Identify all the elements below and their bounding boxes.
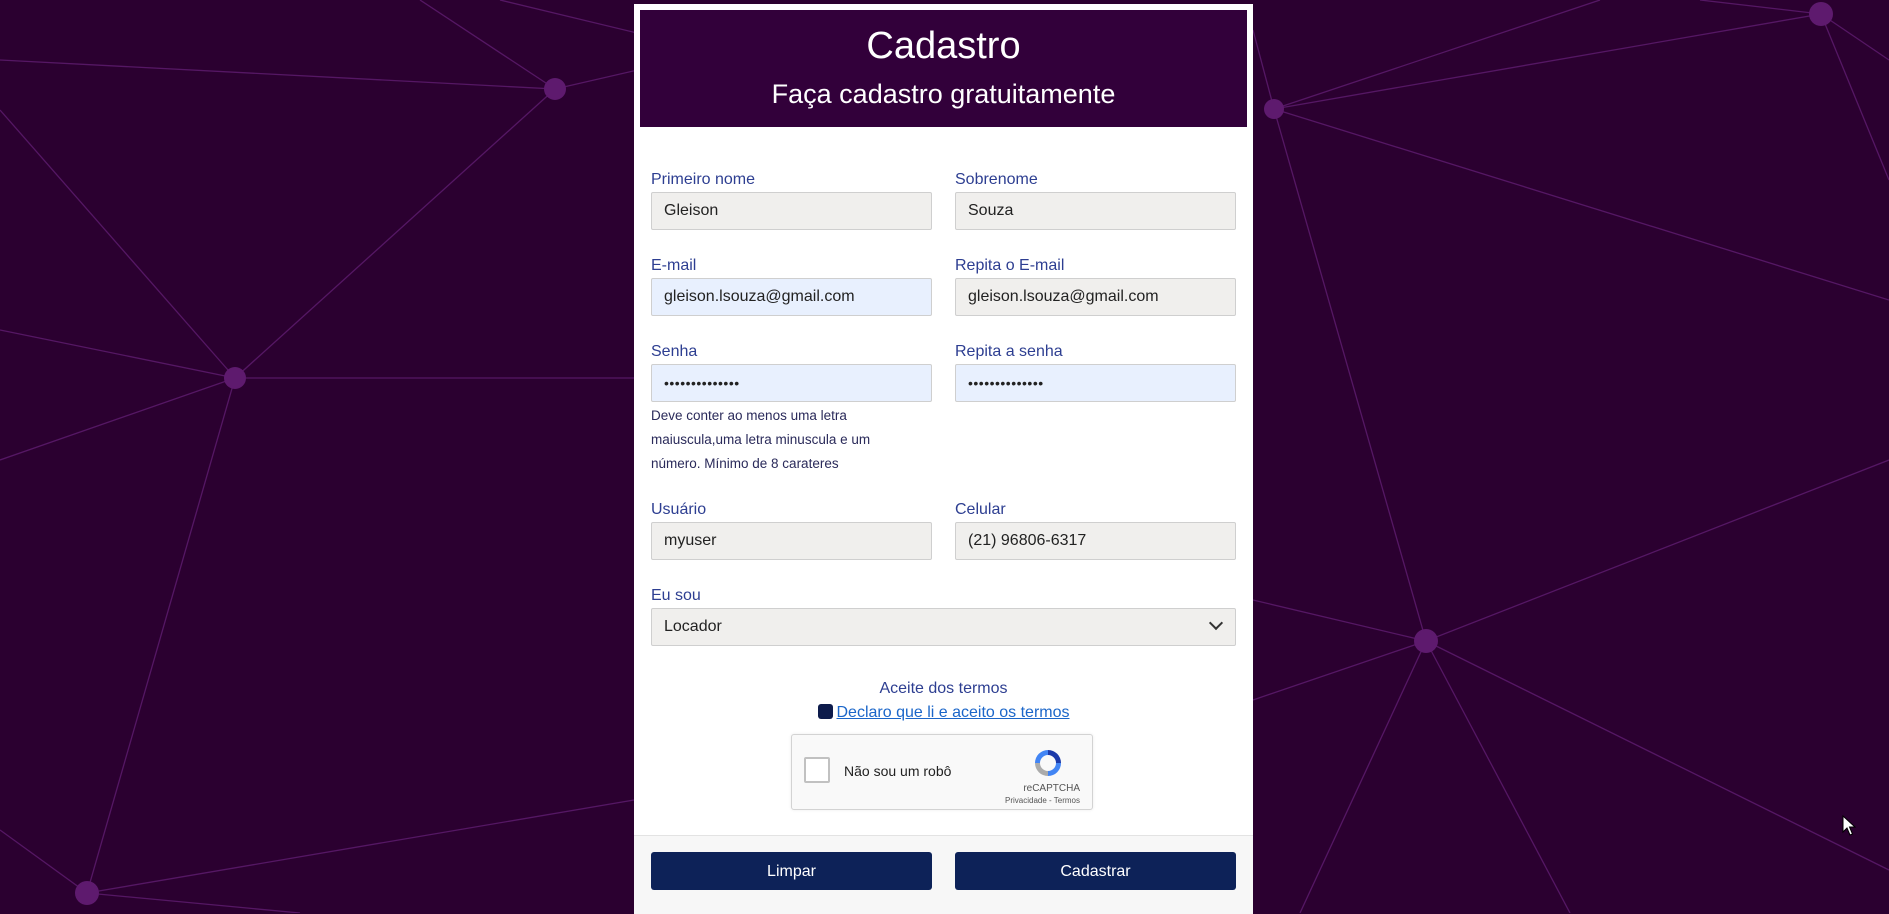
first-name-label: Primeiro nome [651, 171, 756, 188]
terms-checkbox[interactable] [817, 704, 833, 719]
password-repeat-group: Repita a senha •••••••••••••• [955, 343, 1236, 402]
first-name-group: Primeiro nome Gleison [651, 171, 932, 230]
phone-group: Celular (21) 96806-6317 [955, 501, 1236, 560]
recaptcha-widget: Não sou um robô reCAPTCHA Privacidade - … [791, 734, 1093, 810]
last-name-group: Sobrenome Souza [955, 171, 1236, 230]
password-repeat-label: Repita a senha [955, 343, 1063, 360]
username-input[interactable]: myuser [651, 522, 932, 560]
terms-row: Declaro que li e aceito os termos [634, 704, 1253, 722]
username-group: Usuário myuser [651, 501, 932, 560]
card-footer: Limpar Cadastrar [634, 835, 1253, 914]
phone-input[interactable]: (21) 96806-6317 [955, 522, 1236, 560]
last-name-label: Sobrenome [955, 171, 1038, 188]
page-subtitle: Faça cadastro gratuitamente [771, 79, 1116, 109]
mouse-cursor-icon [1842, 815, 1856, 836]
terms-title: Aceite dos termos [879, 680, 1008, 697]
email-group: E-mail gleison.lsouza@gmail.com [651, 257, 932, 316]
password-hint: Deve conter ao menos uma letra maiuscula… [651, 408, 871, 471]
card-header: Cadastro Faça cadastro gratuitamente [640, 10, 1247, 127]
page-title: Cadastro [866, 25, 1021, 67]
password-repeat-input[interactable]: •••••••••••••• [955, 364, 1236, 402]
last-name-input[interactable]: Souza [955, 192, 1236, 230]
role-select[interactable]: Locador [651, 608, 1236, 646]
role-select-value: Locador [664, 618, 722, 635]
recaptcha-links[interactable]: Privacidade - Termos [1005, 796, 1080, 805]
first-name-input[interactable]: Gleison [651, 192, 932, 230]
email-repeat-group: Repita o E-mail gleison.lsouza@gmail.com [955, 257, 1236, 316]
password-group: Senha •••••••••••••• [651, 343, 932, 402]
email-input[interactable]: gleison.lsouza@gmail.com [651, 278, 932, 316]
recaptcha-logo-icon [1035, 750, 1061, 776]
email-label: E-mail [651, 257, 697, 274]
signup-card: Cadastro Faça cadastro gratuitamente Pri… [634, 4, 1253, 914]
submit-button[interactable]: Cadastrar [955, 852, 1236, 890]
username-label: Usuário [651, 501, 707, 518]
phone-label: Celular [955, 501, 1006, 518]
password-label: Senha [651, 343, 698, 360]
clear-button[interactable]: Limpar [651, 852, 932, 890]
role-label: Eu sou [651, 587, 701, 604]
recaptcha-label: Não sou um robô [844, 763, 952, 779]
chevron-down-icon [1208, 615, 1224, 631]
terms-link[interactable]: Declaro que li e aceito os termos [837, 704, 1070, 721]
recaptcha-brand: reCAPTCHA [1023, 783, 1080, 794]
recaptcha-checkbox[interactable] [804, 757, 830, 783]
email-repeat-input[interactable]: gleison.lsouza@gmail.com [955, 278, 1236, 316]
role-group: Eu sou Locador [651, 587, 1236, 646]
email-repeat-label: Repita o E-mail [955, 257, 1065, 274]
password-input[interactable]: •••••••••••••• [651, 364, 932, 402]
